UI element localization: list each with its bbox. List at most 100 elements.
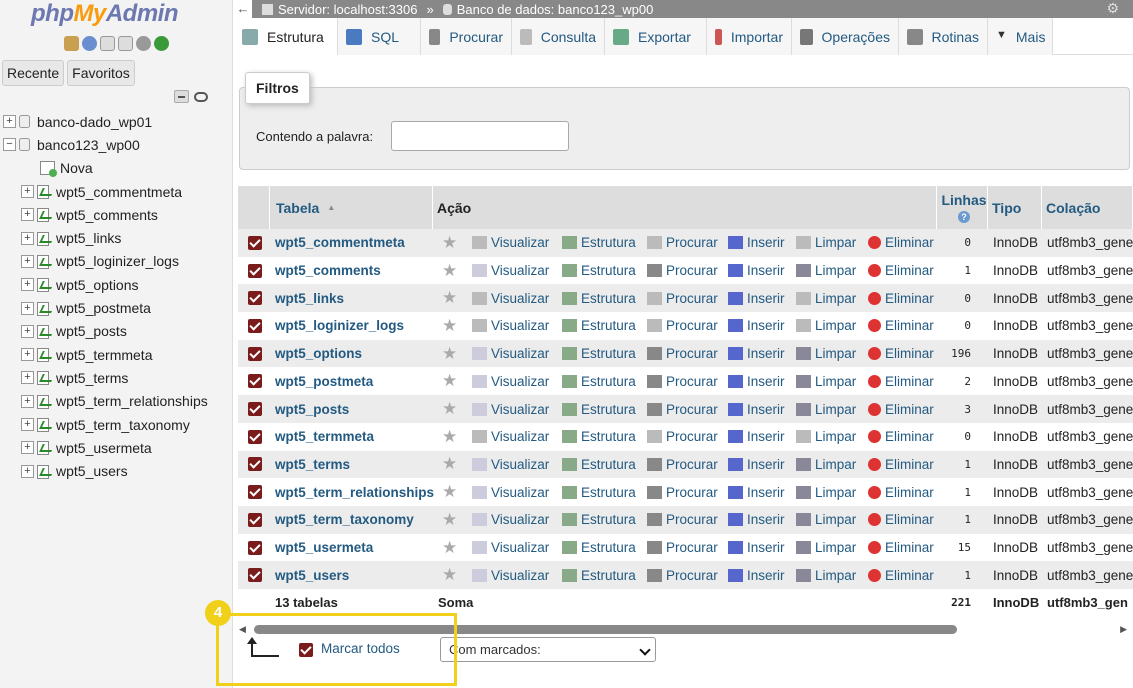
favorite-star-icon[interactable]: ★ xyxy=(442,233,457,253)
collapse-sidebar-arrow-icon[interactable]: ← xyxy=(234,0,252,18)
row-checkbox[interactable] xyxy=(248,457,262,472)
action-eliminar[interactable]: Eliminar xyxy=(868,318,934,333)
action-inserir[interactable]: Inserir xyxy=(728,318,785,333)
action-estrutura[interactable]: Estrutura xyxy=(562,429,636,444)
row-checkbox[interactable] xyxy=(248,235,262,250)
action-visualizar[interactable]: Visualizar xyxy=(472,485,549,500)
tree-item[interactable]: + wpt5_posts xyxy=(0,320,232,343)
action-visualizar[interactable]: Visualizar xyxy=(472,291,549,306)
expand-icon[interactable]: + xyxy=(21,301,34,315)
table-name-link[interactable]: wpt5_users xyxy=(275,568,349,583)
action-visualizar[interactable]: Visualizar xyxy=(472,512,549,527)
action-limpar[interactable]: Limpar xyxy=(796,263,856,278)
table-name-link[interactable]: wpt5_links xyxy=(275,291,344,306)
expand-icon[interactable]: + xyxy=(21,185,34,199)
action-procurar[interactable]: Procurar xyxy=(647,346,718,361)
header-table[interactable]: Tabela ▲ xyxy=(270,186,433,229)
action-procurar[interactable]: Procurar xyxy=(647,374,718,389)
tab-procurar[interactable]: Procurar xyxy=(421,18,512,55)
tab-mais[interactable]: ▼ Mais xyxy=(988,18,1053,55)
action-estrutura[interactable]: Estrutura xyxy=(562,263,636,278)
action-limpar[interactable]: Limpar xyxy=(796,512,856,527)
tree-item[interactable]: + wpt5_termmeta xyxy=(0,343,232,366)
action-eliminar[interactable]: Eliminar xyxy=(868,429,934,444)
breadcrumb-server[interactable]: Servidor: localhost:3306 xyxy=(278,2,417,17)
table-name-link[interactable]: wpt5_term_taxonomy xyxy=(275,512,414,527)
tree-item[interactable]: + wpt5_term_taxonomy xyxy=(0,413,232,436)
nav-tab-favoritos[interactable]: Favoritos xyxy=(67,60,135,86)
expand-icon[interactable]: + xyxy=(3,115,16,129)
tree-item[interactable]: + wpt5_usermeta xyxy=(0,436,232,459)
action-inserir[interactable]: Inserir xyxy=(728,235,785,250)
tree-item[interactable]: + wpt5_terms xyxy=(0,366,232,389)
action-eliminar[interactable]: Eliminar xyxy=(868,485,934,500)
tab-operações[interactable]: Operações xyxy=(792,18,899,55)
action-visualizar[interactable]: Visualizar xyxy=(472,540,549,555)
table-name-link[interactable]: wpt5_commentmeta xyxy=(275,235,405,250)
favorite-star-icon[interactable]: ★ xyxy=(442,316,457,336)
action-inserir[interactable]: Inserir xyxy=(728,457,785,472)
action-visualizar[interactable]: Visualizar xyxy=(472,318,549,333)
action-estrutura[interactable]: Estrutura xyxy=(562,291,636,306)
row-checkbox[interactable] xyxy=(248,263,262,278)
favorite-star-icon[interactable]: ★ xyxy=(442,399,457,419)
tree-item[interactable]: + wpt5_links xyxy=(0,226,232,249)
expand-icon[interactable]: + xyxy=(21,254,34,268)
expand-icon[interactable]: + xyxy=(21,348,34,362)
tree-item[interactable]: + wpt5_loginizer_logs xyxy=(0,250,232,273)
help-icon[interactable]: ? xyxy=(958,211,970,223)
nav-tab-recente[interactable]: Recente xyxy=(2,60,65,86)
action-procurar[interactable]: Procurar xyxy=(647,485,718,500)
action-procurar[interactable]: Procurar xyxy=(647,318,718,333)
expand-icon[interactable]: + xyxy=(21,441,34,455)
action-eliminar[interactable]: Eliminar xyxy=(868,457,934,472)
favorite-star-icon[interactable]: ★ xyxy=(442,538,457,558)
expand-icon[interactable]: + xyxy=(21,418,34,431)
action-visualizar[interactable]: Visualizar xyxy=(472,402,549,417)
action-eliminar[interactable]: Eliminar xyxy=(868,346,934,361)
action-eliminar[interactable]: Eliminar xyxy=(868,291,934,306)
action-estrutura[interactable]: Estrutura xyxy=(562,568,636,583)
favorite-star-icon[interactable]: ★ xyxy=(442,565,457,585)
tab-importar[interactable]: Importar xyxy=(707,18,792,55)
action-inserir[interactable]: Inserir xyxy=(728,512,785,527)
with-selected-select[interactable]: Com marcados: xyxy=(440,637,656,662)
header-type[interactable]: Tipo xyxy=(988,186,1042,229)
home-icon[interactable] xyxy=(64,36,79,51)
action-limpar[interactable]: Limpar xyxy=(796,568,856,583)
docs-icon[interactable] xyxy=(100,36,115,51)
action-eliminar[interactable]: Eliminar xyxy=(868,374,934,389)
action-estrutura[interactable]: Estrutura xyxy=(562,485,636,500)
favorite-star-icon[interactable]: ★ xyxy=(442,288,457,308)
tree-item[interactable]: + wpt5_comments xyxy=(0,203,232,226)
table-name-link[interactable]: wpt5_postmeta xyxy=(275,374,373,389)
action-limpar[interactable]: Limpar xyxy=(796,374,856,389)
action-eliminar[interactable]: Eliminar xyxy=(868,402,934,417)
reload-icon[interactable] xyxy=(154,36,169,51)
action-estrutura[interactable]: Estrutura xyxy=(562,374,636,389)
action-visualizar[interactable]: Visualizar xyxy=(472,263,549,278)
action-procurar[interactable]: Procurar xyxy=(647,512,718,527)
action-inserir[interactable]: Inserir xyxy=(728,540,785,555)
action-inserir[interactable]: Inserir xyxy=(728,485,785,500)
phpmyadmin-logo[interactable]: phpMyAdmin xyxy=(31,0,179,28)
expand-icon[interactable]: + xyxy=(21,208,34,222)
tree-item[interactable]: + wpt5_commentmeta xyxy=(0,180,232,203)
action-limpar[interactable]: Limpar xyxy=(796,318,856,333)
row-checkbox[interactable] xyxy=(248,402,262,417)
filter-input[interactable] xyxy=(391,121,569,151)
action-limpar[interactable]: Limpar xyxy=(796,457,856,472)
row-checkbox[interactable] xyxy=(248,540,262,555)
row-checkbox[interactable] xyxy=(248,568,262,583)
action-estrutura[interactable]: Estrutura xyxy=(562,457,636,472)
tree-item[interactable]: Nova xyxy=(0,157,232,180)
favorite-star-icon[interactable]: ★ xyxy=(442,482,457,502)
favorite-star-icon[interactable]: ★ xyxy=(442,371,457,391)
table-name-link[interactable]: wpt5_comments xyxy=(275,263,381,278)
action-visualizar[interactable]: Visualizar xyxy=(472,346,549,361)
row-checkbox[interactable] xyxy=(248,374,262,389)
action-procurar[interactable]: Procurar xyxy=(647,291,718,306)
action-limpar[interactable]: Limpar xyxy=(796,429,856,444)
tab-exportar[interactable]: Exportar xyxy=(605,18,707,55)
action-eliminar[interactable]: Eliminar xyxy=(868,235,934,250)
